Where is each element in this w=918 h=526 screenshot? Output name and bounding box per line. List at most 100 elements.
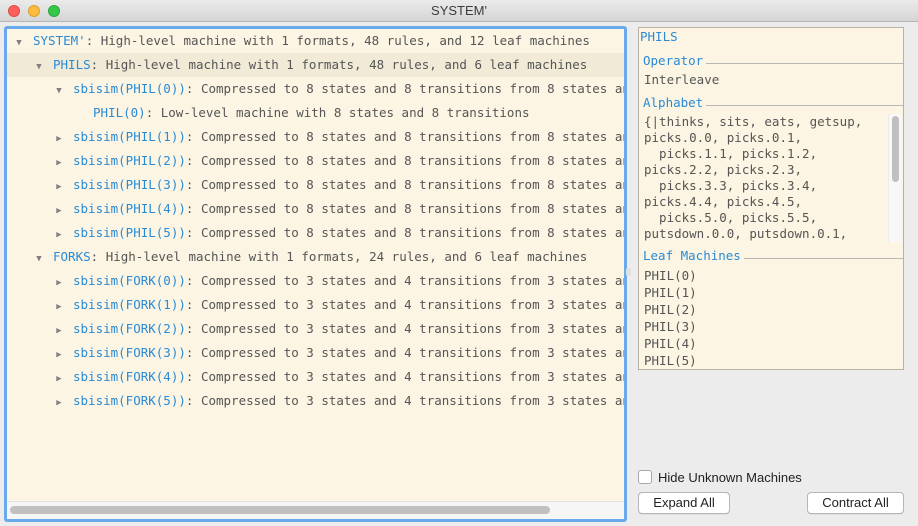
machine-description: : Compressed to 3 states and 4 transitio… <box>185 345 624 360</box>
machine-description: : High-level machine with 1 formats, 24 … <box>90 249 588 264</box>
machine-name: sbisim(FORK(3)) <box>73 345 186 360</box>
disclosure-collapsed-icon[interactable]: ▶ <box>53 319 65 343</box>
disclosure-expanded-icon[interactable]: ▼ <box>33 247 45 271</box>
machine-description: : Compressed to 8 states and 8 transitio… <box>185 153 624 168</box>
tree-row[interactable]: ▶ sbisim(FORK(2)): Compressed to 3 states… <box>7 317 624 341</box>
machine-description: : Compressed to 8 states and 8 transitio… <box>185 129 624 144</box>
machine-description: : Compressed to 3 states and 4 transitio… <box>185 297 624 312</box>
hide-unknown-machines-label: Hide Unknown Machines <box>658 469 802 485</box>
disclosure-collapsed-icon[interactable]: ▶ <box>53 391 65 415</box>
disclosure-collapsed-icon[interactable]: ▶ <box>53 175 65 199</box>
machine-description: : Compressed to 3 states and 4 transitio… <box>185 273 624 288</box>
machine-tree[interactable]: ▼ SYSTEM': High-level machine with 1 form… <box>4 26 627 522</box>
section-divider <box>706 104 903 106</box>
disclosure-collapsed-icon[interactable]: ▶ <box>53 271 65 295</box>
disclosure-expanded-icon[interactable]: ▼ <box>13 31 25 55</box>
tree-row[interactable]: ▶ sbisim(FORK(0)): Compressed to 3 states… <box>7 269 624 293</box>
alphabet-scrollbar-thumb[interactable] <box>892 116 899 182</box>
machine-description: : Compressed to 3 states and 4 transitio… <box>185 393 624 408</box>
tree-row[interactable]: ▶ sbisim(PHIL(2)): Compressed to 8 states… <box>7 149 624 173</box>
alphabet-line: picks.4.4, picks.4.5, <box>644 194 803 209</box>
expand-all-button[interactable]: Expand All <box>638 492 730 514</box>
leaf-machine-item[interactable]: PHIL(5) <box>644 352 697 369</box>
hide-unknown-machines-option[interactable]: Hide Unknown Machines <box>638 469 802 485</box>
alphabet-line: picks.2.2, picks.2.3, <box>644 162 803 177</box>
alphabet-line: picks.0.0, picks.0.1, <box>644 130 803 145</box>
leaf-machine-item[interactable]: PHIL(2) <box>644 301 697 318</box>
disclosure-collapsed-icon[interactable]: ▶ <box>53 343 65 367</box>
tree-row[interactable]: ▼ SYSTEM': High-level machine with 1 form… <box>7 29 624 53</box>
machine-name: SYSTEM' <box>33 33 86 48</box>
title-bar: SYSTEM' <box>0 0 918 22</box>
tree-row[interactable]: ▼ sbisim(PHIL(0)): Compressed to 8 states… <box>7 77 624 101</box>
disclosure-collapsed-icon[interactable]: ▶ <box>53 223 65 247</box>
operator-value: Interleave <box>644 72 720 87</box>
machine-name: sbisim(PHIL(1)) <box>73 129 186 144</box>
machine-description: : Compressed to 8 states and 8 transitio… <box>185 225 624 240</box>
machine-name: sbisim(FORK(5)) <box>73 393 186 408</box>
machine-info-panel: PHILS Operator Interleave Alphabet {|thi… <box>638 27 904 370</box>
machine-name: sbisim(PHIL(5)) <box>73 225 186 240</box>
machine-tree-rows: ▼ SYSTEM': High-level machine with 1 form… <box>7 29 624 501</box>
machine-description: : Compressed to 3 states and 4 transitio… <box>185 321 624 336</box>
selected-machine-title: PHILS <box>640 29 678 44</box>
tree-row[interactable]: ▶ sbisim(FORK(3)): Compressed to 3 states… <box>7 341 624 365</box>
leaf-machine-item[interactable]: PHIL(4) <box>644 335 697 352</box>
machine-name: sbisim(FORK(2)) <box>73 321 186 336</box>
tree-row[interactable]: ▶ sbisim(PHIL(3)): Compressed to 8 states… <box>7 173 624 197</box>
horizontal-scrollbar-thumb[interactable] <box>10 506 550 514</box>
leaf-machines-label: Leaf Machines <box>643 247 741 263</box>
machine-name: PHILS <box>53 57 91 72</box>
disclosure-collapsed-icon[interactable]: ▶ <box>53 151 65 175</box>
tree-row[interactable]: PHIL(0): Low-level machine with 8 states… <box>7 101 624 125</box>
disclosure-collapsed-icon[interactable]: ▶ <box>53 127 65 151</box>
machine-description: : High-level machine with 1 formats, 48 … <box>85 33 590 48</box>
leaf-machine-item[interactable]: PHIL(3) <box>644 318 697 335</box>
disclosure-collapsed-icon[interactable]: ▶ <box>53 367 65 391</box>
machine-name: PHIL(0) <box>93 105 146 120</box>
tree-row[interactable]: ▶ sbisim(FORK(5)): Compressed to 3 states… <box>7 389 624 413</box>
machine-name: FORKS <box>53 249 91 264</box>
tree-row[interactable]: ▶ sbisim(PHIL(1)): Compressed to 8 states… <box>7 125 624 149</box>
operator-section-header: Operator <box>643 52 903 68</box>
operator-label: Operator <box>643 52 704 68</box>
machine-description: : Compressed to 8 states and 8 transitio… <box>185 81 624 96</box>
disclosure-expanded-icon[interactable]: ▼ <box>53 79 65 103</box>
leaf-machine-item[interactable]: PHIL(0) <box>644 267 697 284</box>
alphabet-line: picks.3.3, picks.3.4, <box>644 178 818 193</box>
machine-description: : High-level machine with 1 formats, 48 … <box>90 57 588 72</box>
tree-row[interactable]: ▼ PHILS: High-level machine with 1 format… <box>7 53 624 77</box>
leaf-machine-item[interactable]: PHIL(1) <box>644 284 697 301</box>
alphabet-text-area[interactable]: {|thinks, sits, eats, getsup, picks.0.0, … <box>643 112 903 242</box>
leaf-machines-list: PHIL(0) PHIL(1) PHIL(2) PHIL(3) PHIL(4) PHIL(… <box>644 267 697 369</box>
machine-description: : Compressed to 8 states and 8 transitio… <box>185 177 624 192</box>
machine-name: sbisim(PHIL(2)) <box>73 153 186 168</box>
machine-description: : Compressed to 8 states and 8 transitio… <box>185 201 624 216</box>
tree-row[interactable]: ▶ sbisim(FORK(1)): Compressed to 3 states… <box>7 293 624 317</box>
alphabet-line: putsdown.0.0, putsdown.0.1, <box>644 226 848 241</box>
machine-name: sbisim(PHIL(3)) <box>73 177 186 192</box>
alphabet-line: picks.1.1, picks.1.2, <box>644 146 818 161</box>
alphabet-section-header: Alphabet <box>643 94 903 110</box>
alphabet-line: picks.5.0, picks.5.5, <box>644 210 818 225</box>
horizontal-scrollbar[interactable] <box>7 501 624 519</box>
hide-unknown-machines-checkbox[interactable] <box>638 470 652 484</box>
split-view-handle[interactable] <box>626 268 631 276</box>
tree-row[interactable]: ▶ sbisim(PHIL(4)): Compressed to 8 states… <box>7 197 624 221</box>
machine-name: sbisim(PHIL(0)) <box>73 81 186 96</box>
alphabet-line: {|thinks, sits, eats, getsup, <box>644 114 863 129</box>
machine-name: sbisim(PHIL(4)) <box>73 201 186 216</box>
machine-name: sbisim(FORK(0)) <box>73 273 186 288</box>
tree-row[interactable]: ▶ sbisim(FORK(4)): Compressed to 3 states… <box>7 365 624 389</box>
leaf-machines-section-header: Leaf Machines <box>643 247 903 263</box>
disclosure-expanded-icon[interactable]: ▼ <box>33 55 45 79</box>
disclosure-collapsed-icon[interactable]: ▶ <box>53 199 65 223</box>
window-title: SYSTEM' <box>431 3 487 18</box>
contract-all-button[interactable]: Contract All <box>807 492 904 514</box>
section-divider <box>743 257 903 259</box>
machine-name: sbisim(FORK(4)) <box>73 369 186 384</box>
disclosure-collapsed-icon[interactable]: ▶ <box>53 295 65 319</box>
tree-row[interactable]: ▼ FORKS: High-level machine with 1 format… <box>7 245 624 269</box>
alphabet-vertical-scrollbar[interactable] <box>888 114 901 242</box>
tree-row[interactable]: ▶ sbisim(PHIL(5)): Compressed to 8 states… <box>7 221 624 245</box>
